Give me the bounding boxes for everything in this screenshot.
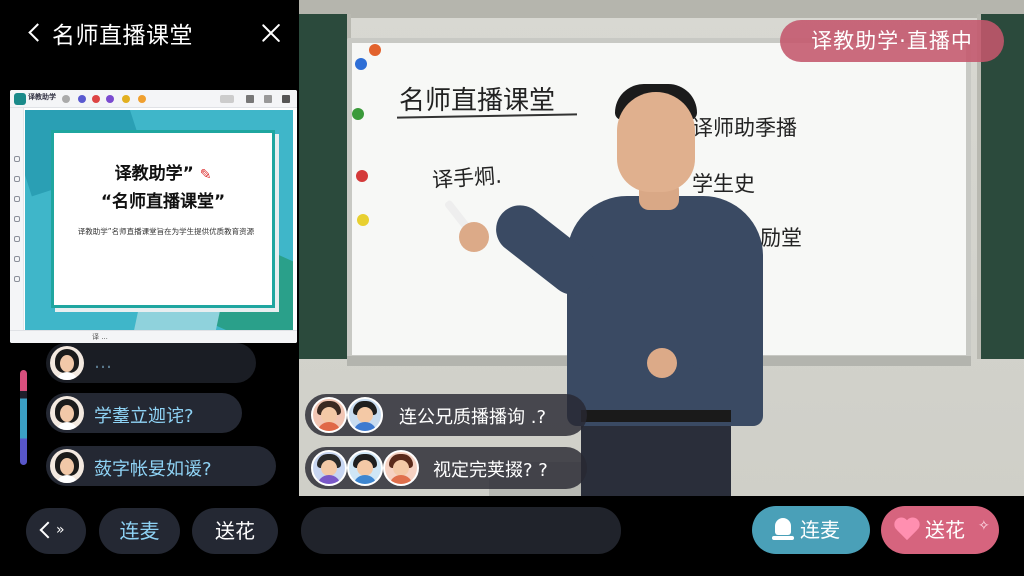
avatar: [347, 397, 383, 433]
text-icon[interactable]: [14, 216, 20, 222]
minimize-icon[interactable]: [264, 95, 272, 103]
courseware-slide[interactable]: 译教助学 译教助学” ✎ “名师直播课堂” 译教助学”名师直播课堂旨在为学生提供…: [10, 90, 297, 343]
avatar: [311, 397, 347, 433]
slide-toolbar: 译教助学: [10, 90, 297, 108]
tool-icon[interactable]: [78, 95, 86, 103]
tool-icon[interactable]: [122, 95, 130, 103]
close-icon[interactable]: [258, 20, 284, 46]
slide-sidebar: [10, 108, 24, 330]
live-video[interactable]: 名师直播课堂 译手炯. 译师助季播 学生史 乂励堂 译教助学·直播中 连公兄质播…: [299, 0, 1024, 496]
chat-text: 蔹字帐妟如谖?: [94, 459, 212, 480]
avatar: [347, 450, 383, 486]
menu-icon[interactable]: [246, 95, 254, 103]
pencil-icon: ✎: [199, 167, 212, 183]
slide-brand: 译教助学: [28, 93, 56, 101]
chat-input[interactable]: [301, 507, 621, 554]
redo-icon[interactable]: [14, 256, 20, 262]
slide-heading-2: “名师直播课堂”: [100, 192, 226, 212]
mic-link-button-small[interactable]: 连麦: [99, 508, 180, 554]
chat-message: …: [46, 343, 256, 383]
slide-footer: 译 ...: [10, 330, 297, 343]
slide-footer-text: 译 ...: [92, 333, 108, 341]
whiteboard-note: 译手炯.: [431, 163, 503, 193]
whiteboard-title: 名师直播课堂: [399, 86, 556, 116]
video-chat-message: 连公兄质播播询 .?: [305, 394, 587, 436]
whiteboard-note: 学生史: [692, 172, 755, 196]
blackboard: [299, 14, 351, 359]
avatar: [311, 450, 347, 486]
back-arrow-icon[interactable]: [22, 20, 48, 46]
page-title: 名师直播课堂: [52, 23, 193, 49]
heart-icon: [895, 518, 921, 542]
shape-icon[interactable]: [14, 176, 20, 182]
left-panel: 名师直播课堂 译教助学 译教助学” ✎ “名师直播课堂” 译教助学”名师直播课堂…: [0, 0, 300, 576]
live-status-badge: 译教助学·直播中: [780, 20, 1004, 62]
bottom-bar: » 连麦 送花 连麦 送花 ✧: [0, 496, 1024, 576]
pen-icon[interactable]: [14, 156, 20, 162]
chat-message: 蔹字帐妟如谖?: [46, 446, 276, 486]
mic-icon: [772, 518, 794, 542]
send-flower-label: 送花: [925, 518, 965, 542]
avatar: [383, 450, 419, 486]
mic-link-button[interactable]: 连麦: [752, 506, 870, 554]
chat-message: 学耋立迦诧?: [46, 393, 242, 433]
slide-heading-1: 译教助学”: [114, 164, 194, 184]
close-small-icon[interactable]: [282, 95, 290, 103]
whiteboard-note: 译师助季播: [692, 116, 797, 140]
tool-icon[interactable]: [92, 95, 100, 103]
user-avatar-icon: [62, 95, 70, 103]
double-arrow-icon: »: [56, 522, 65, 538]
avatar: [50, 396, 84, 430]
chat-scrollbar[interactable]: [20, 370, 27, 465]
chevron-left-icon: [39, 521, 57, 539]
app-logo-icon: [14, 93, 26, 105]
send-flower-button-small[interactable]: 送花: [192, 508, 278, 554]
blackboard: [977, 14, 1024, 359]
avatar: [50, 449, 84, 483]
chat-text: 学耋立迦诧?: [94, 406, 194, 427]
tool-icon[interactable]: [106, 95, 114, 103]
avatar: [50, 346, 84, 380]
header: 名师直播课堂: [0, 0, 300, 66]
send-flower-button[interactable]: 送花 ✧: [881, 506, 999, 554]
screen-icon[interactable]: [220, 95, 234, 103]
video-chat-message: 视定完荚掇? ?: [305, 447, 587, 489]
tool-icon[interactable]: [138, 95, 146, 103]
slide-card: 译教助学” ✎ “名师直播课堂” 译教助学”名师直播课堂旨在为学生提供优质教育资…: [51, 130, 275, 308]
chat-text: 视定完荚掇? ?: [433, 460, 548, 481]
collapse-button[interactable]: »: [26, 508, 86, 554]
chat-text: …: [94, 352, 112, 373]
undo-icon[interactable]: [14, 236, 20, 242]
slide-canvas: 译教助学” ✎ “名师直播课堂” 译教助学”名师直播课堂旨在为学生提供优质教育资…: [25, 110, 293, 330]
mic-link-label: 连麦: [800, 518, 840, 542]
slide-body: 译教助学”名师直播课堂旨在为学生提供优质教育资源: [77, 227, 255, 236]
clear-icon[interactable]: [14, 276, 20, 282]
eraser-icon[interactable]: [14, 196, 20, 202]
sparkle-icon: ✧: [978, 518, 990, 534]
chat-text: 连公兄质播播询 .?: [399, 407, 546, 428]
